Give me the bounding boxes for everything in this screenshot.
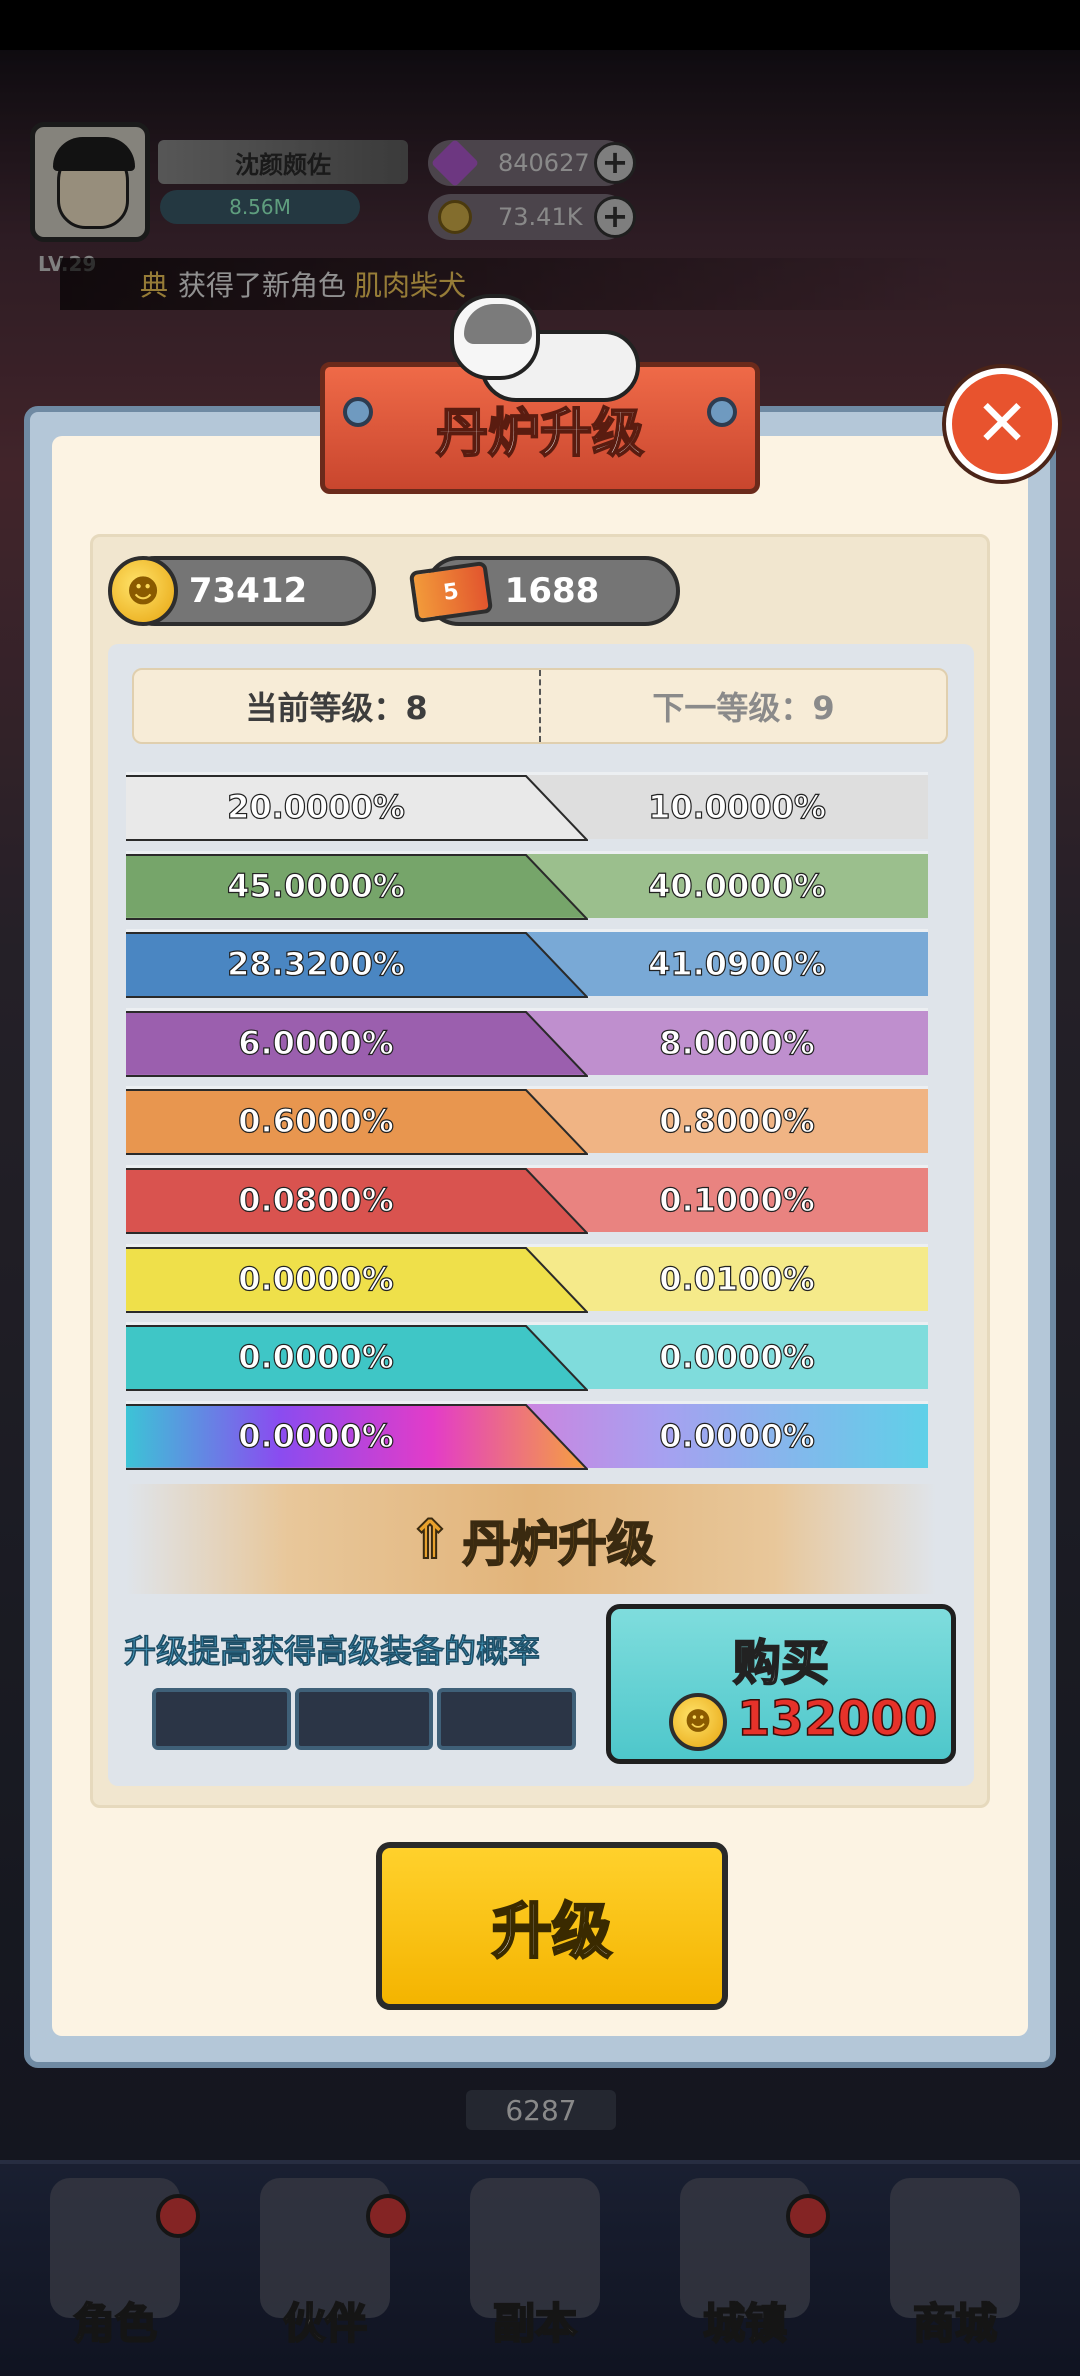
husky-mascot	[450, 290, 650, 410]
current-level-label: 当前等级：8	[134, 670, 541, 742]
current-rate: 0.6000%	[238, 1102, 395, 1141]
next-rate: 0.0000%	[659, 1416, 816, 1455]
current-rate: 28.3200%	[226, 945, 405, 984]
next-rate: 40.0000%	[647, 866, 826, 905]
next-rate: 8.0000%	[659, 1023, 816, 1062]
close-icon: ✕	[975, 387, 1029, 461]
probability-row: 45.0000% 40.0000%	[126, 850, 928, 920]
mascot-head	[450, 294, 540, 380]
probability-row: 0.0800% 0.1000%	[126, 1165, 928, 1234]
upgrade-strip-label: 丹炉升级	[462, 1515, 656, 1573]
probability-row: 28.3200% 41.0900%	[126, 929, 928, 999]
buy-label: 购买	[732, 1634, 830, 1692]
coin-balance-value: 73412	[188, 571, 308, 611]
current-rate: 6.0000%	[238, 1023, 395, 1062]
upgrade-button[interactable]: 升级	[376, 1842, 728, 2010]
next-rate: 41.0900%	[647, 945, 826, 984]
next-rate: 10.0000%	[647, 787, 826, 826]
coin-icon: ☻	[669, 1693, 727, 1751]
level-header: 当前等级：8 下一等级：9	[132, 668, 948, 744]
progress-slot	[437, 1688, 577, 1750]
progress-slots	[152, 1688, 577, 1750]
probability-row: 0.0000% 0.0000%	[126, 1322, 928, 1392]
probability-row: 0.0000% 0.0000%	[126, 1400, 928, 1470]
pin-icon	[343, 397, 373, 427]
close-button[interactable]: ✕	[946, 368, 1058, 480]
upgrade-arrow-icon: ⇑	[406, 1507, 453, 1572]
current-rate: 45.0000%	[226, 866, 405, 905]
probability-row: 0.6000% 0.8000%	[126, 1086, 928, 1156]
upgrade-description: 升级提高获得高级装备的概率	[124, 1632, 541, 1671]
upgrade-strip: ⇑ 丹炉升级	[126, 1484, 936, 1594]
next-level-label: 下一等级：9	[652, 689, 835, 727]
progress-slot	[294, 1688, 434, 1750]
next-rate: 0.8000%	[659, 1102, 816, 1141]
progress-slot	[152, 1688, 291, 1750]
pin-icon	[707, 397, 737, 427]
mascot-mask	[464, 304, 532, 344]
next-rate: 0.0000%	[659, 1338, 816, 1377]
current-rate: 20.0000%	[226, 787, 405, 826]
probability-row: 6.0000% 8.0000%	[126, 1007, 928, 1077]
current-rate: 0.0000%	[238, 1416, 395, 1455]
probability-row: 20.0000% 10.0000%	[126, 772, 928, 841]
buy-button[interactable]: 购买 ☻ 132000	[606, 1604, 956, 1764]
current-rate: 0.0000%	[238, 1338, 395, 1377]
buy-price: 132000	[736, 1690, 938, 1748]
ticket-balance-value: 1688	[504, 571, 600, 611]
current-rate: 0.0800%	[238, 1180, 395, 1219]
ticket-icon: 5	[408, 560, 494, 624]
next-rate: 0.1000%	[659, 1180, 816, 1219]
coin-icon: ☻	[108, 556, 178, 626]
current-rate: 0.0000%	[238, 1259, 395, 1298]
next-rate: 0.0100%	[659, 1259, 816, 1298]
probability-row: 0.0000% 0.0100%	[126, 1243, 928, 1313]
